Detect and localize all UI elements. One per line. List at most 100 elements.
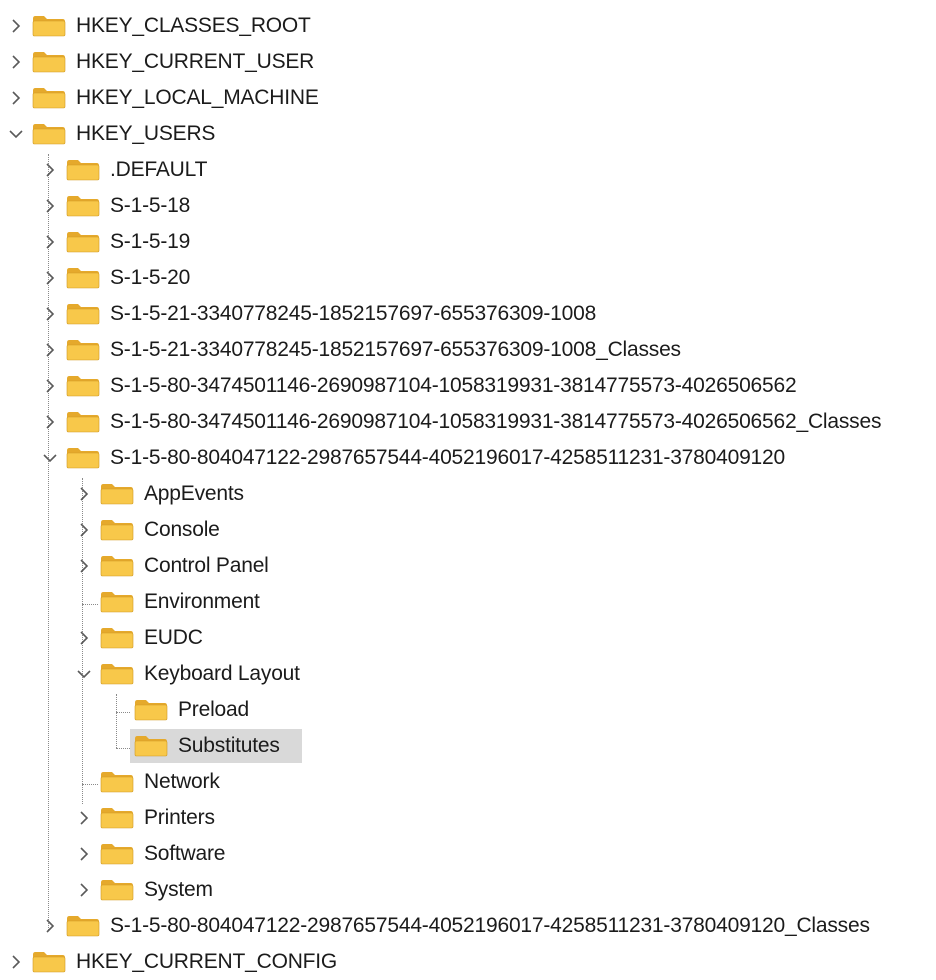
node-label: EUDC <box>144 626 203 649</box>
node-preload[interactable]: Preload <box>0 692 936 728</box>
node-label: S-1-5-80-3474501146-2690987104-105831993… <box>110 410 882 433</box>
folder-icon <box>100 771 134 793</box>
folder-icon <box>66 339 100 361</box>
chevron-right-icon[interactable] <box>42 305 58 323</box>
node-system[interactable]: System <box>0 872 936 908</box>
node-console[interactable]: Console <box>0 512 936 548</box>
chevron-right-icon[interactable] <box>76 557 92 575</box>
chevron-right-icon[interactable] <box>76 881 92 899</box>
registry-tree: HKEY_CLASSES_ROOT HKEY_CURRENT_USER HKEY_L… <box>0 0 936 977</box>
node-s-1-5-80-4026506562-classes[interactable]: S-1-5-80-3474501146-2690987104-105831993… <box>0 404 936 440</box>
chevron-right-icon[interactable] <box>76 521 92 539</box>
node-label: Environment <box>144 590 260 613</box>
node-default[interactable]: .DEFAULT <box>0 152 936 188</box>
node-label: Network <box>144 770 220 793</box>
folder-icon <box>66 159 100 181</box>
node-substitutes[interactable]: Substitutes <box>0 728 936 764</box>
chevron-down-icon[interactable] <box>42 449 58 467</box>
chevron-right-icon[interactable] <box>8 53 24 71</box>
folder-icon <box>66 915 100 937</box>
node-s-1-5-18[interactable]: S-1-5-18 <box>0 188 936 224</box>
node-label: System <box>144 878 213 901</box>
chevron-right-icon[interactable] <box>76 485 92 503</box>
node-network[interactable]: Network <box>0 764 936 800</box>
node-printers[interactable]: Printers <box>0 800 936 836</box>
folder-icon <box>32 123 66 145</box>
chevron-right-icon[interactable] <box>42 377 58 395</box>
node-software[interactable]: Software <box>0 836 936 872</box>
folder-icon <box>100 519 134 541</box>
chevron-down-icon[interactable] <box>76 665 92 683</box>
chevron-right-icon[interactable] <box>76 845 92 863</box>
node-hkey-classes-root[interactable]: HKEY_CLASSES_ROOT <box>0 8 936 44</box>
folder-icon <box>100 627 134 649</box>
node-label: S-1-5-80-804047122-2987657544-4052196017… <box>110 446 785 469</box>
chevron-right-icon[interactable] <box>8 953 24 971</box>
node-label: HKEY_CLASSES_ROOT <box>76 14 311 37</box>
chevron-right-icon[interactable] <box>76 629 92 647</box>
node-s-1-5-21-1008[interactable]: S-1-5-21-3340778245-1852157697-655376309… <box>0 296 936 332</box>
node-s-1-5-21-1008-classes[interactable]: S-1-5-21-3340778245-1852157697-655376309… <box>0 332 936 368</box>
chevron-right-icon[interactable] <box>42 341 58 359</box>
node-s-1-5-80-3780409120-classes[interactable]: S-1-5-80-804047122-2987657544-4052196017… <box>0 908 936 944</box>
node-label: Printers <box>144 806 215 829</box>
node-label: S-1-5-18 <box>110 194 191 217</box>
folder-icon <box>32 15 66 37</box>
node-s-1-5-80-3780409120[interactable]: S-1-5-80-804047122-2987657544-4052196017… <box>0 440 936 476</box>
node-label: Substitutes <box>178 734 280 757</box>
node-label: HKEY_CURRENT_USER <box>76 50 315 73</box>
folder-icon <box>134 735 168 757</box>
folder-icon <box>66 303 100 325</box>
chevron-right-icon[interactable] <box>42 161 58 179</box>
folder-icon <box>66 195 100 217</box>
node-label: S-1-5-80-3474501146-2690987104-105831993… <box>110 374 797 397</box>
node-keyboard-layout[interactable]: Keyboard Layout <box>0 656 936 692</box>
node-label: S-1-5-21-3340778245-1852157697-655376309… <box>110 338 681 361</box>
node-label: S-1-5-80-804047122-2987657544-4052196017… <box>110 914 870 937</box>
folder-icon <box>66 267 100 289</box>
node-label: Preload <box>178 698 249 721</box>
node-s-1-5-19[interactable]: S-1-5-19 <box>0 224 936 260</box>
folder-icon <box>66 447 100 469</box>
folder-icon <box>32 951 66 973</box>
node-control-panel[interactable]: Control Panel <box>0 548 936 584</box>
node-label: S-1-5-19 <box>110 230 191 253</box>
node-hkey-local-machine[interactable]: HKEY_LOCAL_MACHINE <box>0 80 936 116</box>
node-label: HKEY_USERS <box>76 122 216 145</box>
node-hkey-users[interactable]: HKEY_USERS <box>0 116 936 152</box>
node-s-1-5-20[interactable]: S-1-5-20 <box>0 260 936 296</box>
node-label: HKEY_CURRENT_CONFIG <box>76 950 338 973</box>
folder-icon <box>100 555 134 577</box>
folder-icon <box>134 699 168 721</box>
chevron-right-icon[interactable] <box>8 17 24 35</box>
node-label: AppEvents <box>144 482 244 505</box>
node-hkey-current-config[interactable]: HKEY_CURRENT_CONFIG <box>0 944 936 980</box>
chevron-right-icon[interactable] <box>42 197 58 215</box>
folder-icon <box>66 375 100 397</box>
folder-icon <box>66 231 100 253</box>
chevron-right-icon[interactable] <box>76 809 92 827</box>
folder-icon <box>66 411 100 433</box>
node-label: Console <box>144 518 220 541</box>
node-s-1-5-80-4026506562[interactable]: S-1-5-80-3474501146-2690987104-105831993… <box>0 368 936 404</box>
chevron-right-icon[interactable] <box>42 413 58 431</box>
node-label: S-1-5-20 <box>110 266 191 289</box>
chevron-right-icon[interactable] <box>42 917 58 935</box>
node-label: .DEFAULT <box>110 158 208 181</box>
folder-icon <box>100 483 134 505</box>
folder-icon <box>32 87 66 109</box>
chevron-down-icon[interactable] <box>8 125 24 143</box>
node-appevents[interactable]: AppEvents <box>0 476 936 512</box>
chevron-right-icon[interactable] <box>42 233 58 251</box>
node-eudc[interactable]: EUDC <box>0 620 936 656</box>
node-label: Keyboard Layout <box>144 662 300 685</box>
folder-icon <box>100 591 134 613</box>
node-label: Software <box>144 842 226 865</box>
node-label: Control Panel <box>144 554 269 577</box>
node-environment[interactable]: Environment <box>0 584 936 620</box>
folder-icon <box>100 807 134 829</box>
node-hkey-current-user[interactable]: HKEY_CURRENT_USER <box>0 44 936 80</box>
chevron-right-icon[interactable] <box>42 269 58 287</box>
chevron-right-icon[interactable] <box>8 89 24 107</box>
node-label: HKEY_LOCAL_MACHINE <box>76 86 319 109</box>
